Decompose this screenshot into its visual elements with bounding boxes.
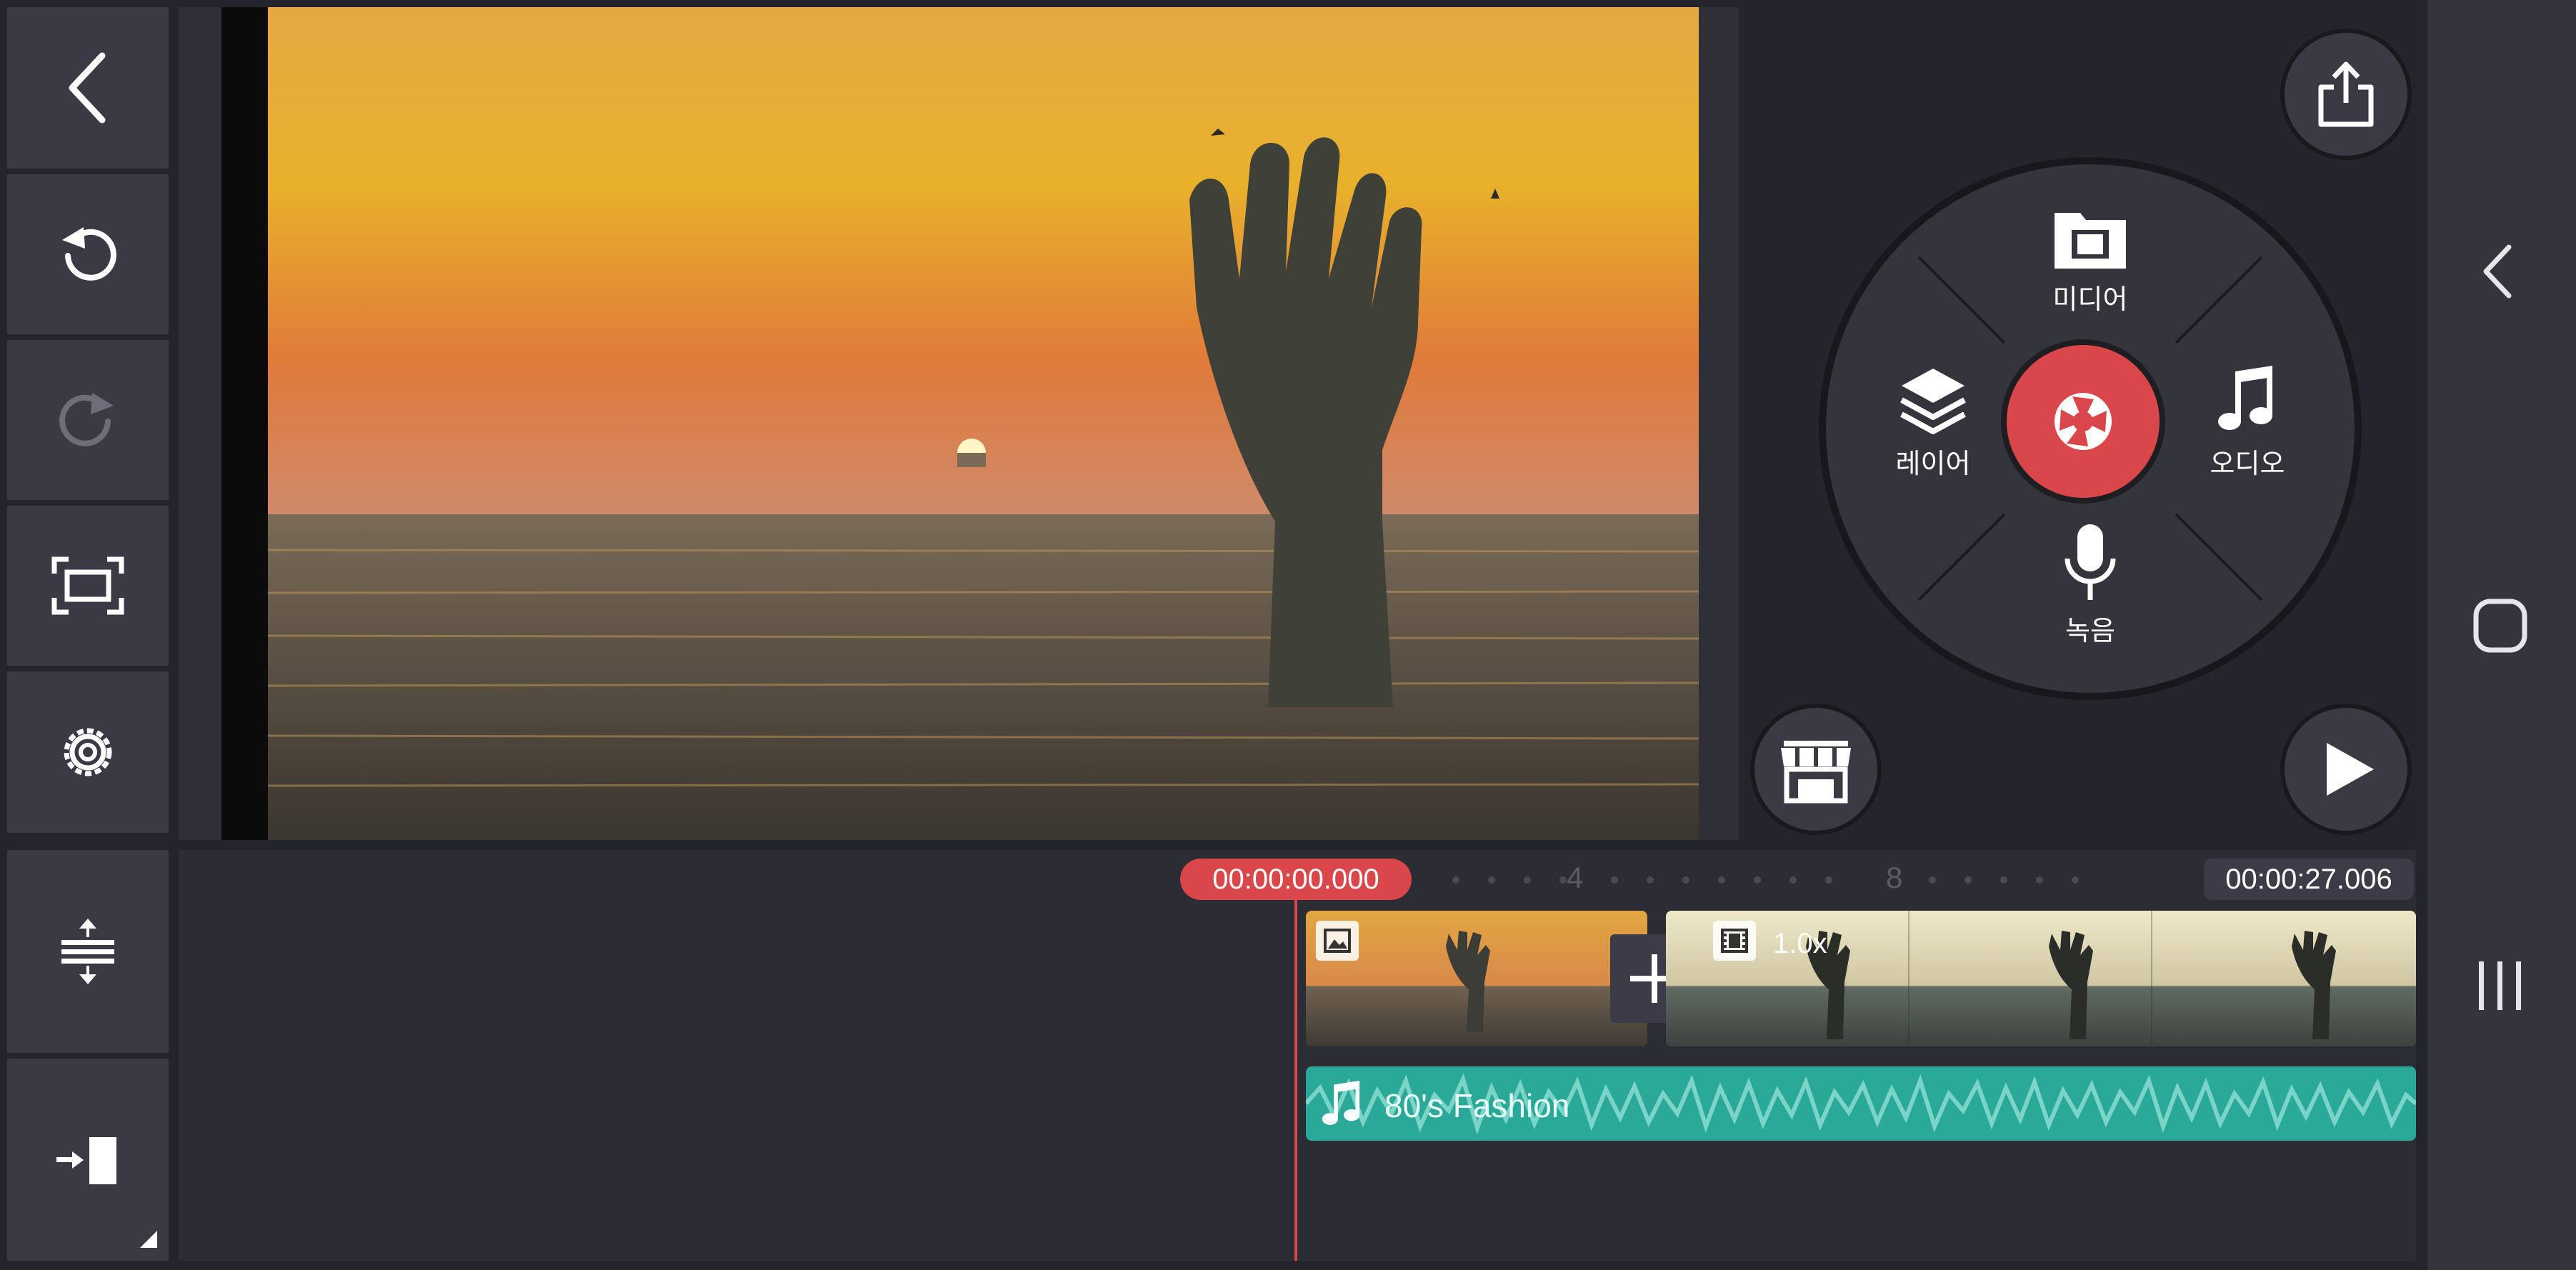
system-back-icon[interactable] [2477,243,2520,300]
music-note-icon [2218,366,2272,430]
clip-speed-label: 1.0x [1773,928,1827,959]
asset-store-button[interactable] [1750,704,1882,835]
preview-letterbox [221,7,268,840]
image-icon [1324,929,1351,953]
voice-record-button[interactable]: 녹음 [2019,521,2162,650]
film-icon [1721,929,1748,953]
system-navigation-bar [2427,0,2576,1270]
back-icon [69,52,106,124]
back-button[interactable] [7,7,169,169]
audio-button[interactable]: 오디오 [2176,364,2319,479]
layers-icon [1900,369,1966,434]
media-button[interactable]: 미디어 [2019,207,2162,315]
video-clip-badge [1713,921,1756,961]
play-button[interactable] [2280,704,2412,835]
media-wheel: 미디어 레이어 오디오 녹음 [1819,157,2362,700]
redo-icon [59,393,114,446]
store-icon [1781,741,1851,804]
corner-resize-icon [140,1231,157,1248]
audio-track-clip[interactable]: 80's Fashion [1306,1066,2416,1141]
track-height-button[interactable] [7,850,169,1053]
aspect-ratio-button[interactable] [7,506,169,666]
record-label: 녹음 [2065,616,2115,646]
music-note-icon [1322,1080,1360,1125]
jump-to-end-button[interactable] [7,1059,169,1261]
media-label: 미디어 [2052,285,2128,315]
video-preview[interactable] [268,7,1699,840]
timeline-clip-image[interactable] [1306,911,1647,1046]
ruler-label-4: 4 [1567,861,1584,894]
export-button[interactable] [2280,29,2412,160]
redo-button[interactable] [7,340,169,500]
audio-label: 오디오 [2210,449,2285,479]
undo-button[interactable] [7,174,169,334]
current-time[interactable]: 00:00:00.000 [1180,859,1412,900]
total-duration: 00:00:27.006 [2204,859,2414,900]
system-home-icon[interactable] [2472,597,2529,654]
jump-to-end-icon [56,1136,116,1184]
share-export-icon [2318,61,2374,127]
audio-track-title: 80's Fashion [1384,1087,1570,1124]
track-height-icon [61,919,114,984]
microphone-icon [2065,524,2116,600]
image-clip-badge [1316,921,1359,961]
playhead-line[interactable] [1294,879,1297,1261]
play-icon [2327,743,2374,796]
undo-icon [62,227,116,281]
ruler-label-8: 8 [1886,861,1903,894]
settings-icon [64,728,112,776]
settings-button[interactable] [7,671,169,833]
layer-button[interactable]: 레이어 [1862,364,2005,479]
capture-button[interactable] [2001,339,2165,504]
system-recents-icon[interactable] [2472,957,2529,1014]
layer-label: 레이어 [1895,449,1971,479]
aspect-ratio-icon [51,556,124,615]
timeline-clip-video[interactable]: 1.0x [1666,911,2416,1046]
timeline-ruler: 4 8 [1357,861,2215,896]
media-folder-icon [2055,213,2126,269]
camera-aperture-icon [2055,393,2112,450]
